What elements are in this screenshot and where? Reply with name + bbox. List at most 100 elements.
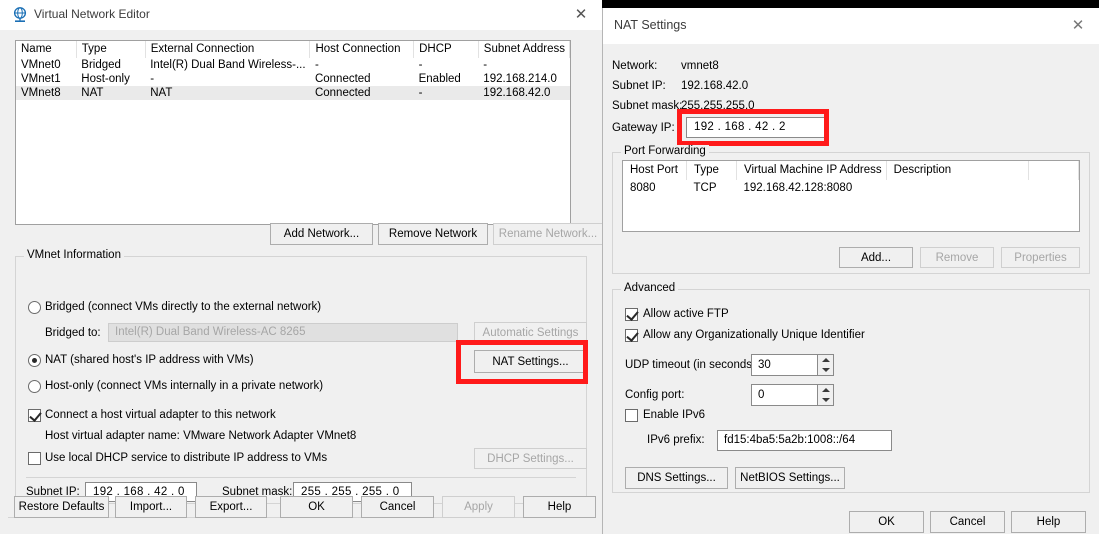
use-local-dhcp-checkbox[interactable] <box>28 452 41 465</box>
ipv6-prefix-input[interactable]: fd15:4ba5:5a2b:1008::/64 <box>717 430 892 451</box>
close-icon[interactable]: ✕ <box>1066 15 1090 37</box>
bridged-radio-label[interactable]: Bridged (connect VMs directly to the ext… <box>45 301 321 313</box>
remove-network-button[interactable]: Remove Network <box>378 223 488 245</box>
vne-title-bar: Virtual Network Editor ✕ <box>0 0 602 30</box>
nat-title-label: NAT Settings <box>614 18 687 32</box>
allow-any-oui-label[interactable]: Allow any Organizationally Unique Identi… <box>643 329 865 341</box>
cell-spacer <box>1028 180 1078 196</box>
column-header-subnet-address[interactable]: Subnet Address <box>478 41 570 58</box>
ok-button[interactable]: OK <box>280 496 353 518</box>
port-forwarding-label: Port Forwarding <box>621 145 709 157</box>
divider <box>26 477 576 478</box>
column-header-external-connection[interactable]: External Connection <box>145 41 311 58</box>
udp-timeout-value[interactable]: 30 <box>758 359 771 371</box>
config-port-value[interactable]: 0 <box>758 389 764 401</box>
cancel-button[interactable]: Cancel <box>930 511 1005 533</box>
column-header-name[interactable]: Name <box>16 41 77 58</box>
cell-dhcp: - <box>418 59 423 71</box>
table-header-row: Name Type External Connection Host Conne… <box>16 41 570 58</box>
cell-external: Intel(R) Dual Band Wireless-... <box>150 59 306 71</box>
dhcp-settings-button: DHCP Settings... <box>474 448 587 469</box>
network-value: vmnet8 <box>681 60 719 72</box>
cell-type: TCP <box>693 182 717 194</box>
udp-timeout-spin-arrows[interactable] <box>817 354 834 376</box>
cell-type: Host-only <box>81 73 130 85</box>
host-adapter-name-label: Host virtual adapter name: VMware Networ… <box>45 430 357 442</box>
add-port-forward-button[interactable]: Add... <box>839 247 913 268</box>
use-local-dhcp-label[interactable]: Use local DHCP service to distribute IP … <box>45 452 327 464</box>
cell-host: - <box>314 59 319 71</box>
network-label: Network: <box>612 60 658 72</box>
export-button[interactable]: Export... <box>195 496 267 518</box>
restore-defaults-button[interactable]: Restore Defaults <box>14 496 109 518</box>
cell-description <box>886 180 1028 196</box>
cell-type: NAT <box>76 86 146 100</box>
table-row[interactable]: VMnet0 Bridged Intel(R) Dual Band Wirele… <box>16 58 570 72</box>
config-port-label: Config port: <box>625 389 685 401</box>
port-forwarding-table[interactable]: Host Port Type Virtual Machine IP Addres… <box>622 160 1080 232</box>
chevron-down-icon[interactable] <box>822 368 830 372</box>
group-border-left <box>613 289 621 290</box>
nat-settings-window: NAT Settings ✕ Network: vmnet8 Subnet IP… <box>602 8 1099 534</box>
table-row[interactable]: VMnet1 Host-only - Connected Enabled 192… <box>16 72 570 86</box>
enable-ipv6-label[interactable]: Enable IPv6 <box>643 409 705 421</box>
host-only-radio-label[interactable]: Host-only (connect VMs internally in a p… <box>45 380 323 392</box>
cell-subnet: - <box>483 59 488 71</box>
column-header-host-port[interactable]: Host Port <box>623 161 687 180</box>
import-button[interactable]: Import... <box>115 496 187 518</box>
config-port-stepper[interactable]: 0 <box>751 384 834 406</box>
nat-title-bar: NAT Settings ✕ <box>603 8 1099 44</box>
group-border-right <box>675 289 1089 290</box>
cell-host-port: 8080 <box>630 182 656 194</box>
dns-settings-button[interactable]: DNS Settings... <box>625 467 728 489</box>
chevron-up-icon[interactable] <box>822 388 830 392</box>
table-header-row: Host Port Type Virtual Machine IP Addres… <box>623 161 1079 180</box>
enable-ipv6-checkbox[interactable] <box>625 409 638 422</box>
chevron-up-icon[interactable] <box>822 358 830 362</box>
column-header-type[interactable]: Type <box>686 161 737 180</box>
udp-timeout-stepper[interactable]: 30 <box>751 354 834 376</box>
group-border-left <box>16 256 24 257</box>
config-port-spin-arrows[interactable] <box>817 384 834 406</box>
cell-dhcp: - <box>413 86 479 100</box>
network-list-table[interactable]: Name Type External Connection Host Conne… <box>15 40 571 225</box>
virtual-network-editor-window: Virtual Network Editor ✕ Name Type Exter… <box>0 0 603 534</box>
host-only-radio[interactable] <box>28 380 41 393</box>
add-network-button[interactable]: Add Network... <box>270 223 373 245</box>
vmnet-information-label: VMnet Information <box>24 249 124 261</box>
netbios-settings-button[interactable]: NetBIOS Settings... <box>735 467 845 489</box>
table-row[interactable]: VMnet8 NAT NAT Connected - 192.168.42.0 <box>16 86 570 100</box>
ok-button[interactable]: OK <box>849 511 924 533</box>
column-header-vm-ip-address[interactable]: Virtual Machine IP Address <box>736 161 887 180</box>
allow-active-ftp-label[interactable]: Allow active FTP <box>643 308 729 320</box>
connect-host-adapter-label[interactable]: Connect a host virtual adapter to this n… <box>45 409 276 421</box>
nat-radio-label[interactable]: NAT (shared host's IP address with VMs) <box>45 354 254 366</box>
cell-host: Connected <box>309 86 414 100</box>
cell-dhcp: Enabled <box>418 73 461 85</box>
table-row[interactable]: 8080 TCP 192.168.42.128:8080 <box>623 180 1079 196</box>
bridged-radio[interactable] <box>28 301 41 314</box>
group-border-right <box>124 256 586 257</box>
help-button[interactable]: Help <box>523 496 596 518</box>
bridged-to-dropdown: Intel(R) Dual Band Wireless-AC 8265 <box>108 323 458 342</box>
gateway-ip-field-highlight <box>677 109 829 146</box>
column-header-host-connection[interactable]: Host Connection <box>309 41 415 58</box>
column-header-dhcp[interactable]: DHCP <box>413 41 479 58</box>
group-border-left <box>613 152 621 153</box>
cancel-button[interactable]: Cancel <box>361 496 434 518</box>
allow-any-oui-checkbox[interactable] <box>625 329 638 342</box>
bridged-to-label: Bridged to: <box>45 327 101 339</box>
cell-external: NAT <box>145 86 310 100</box>
allow-active-ftp-checkbox[interactable] <box>625 308 638 321</box>
subnet-ip-value: 192.168.42.0 <box>681 80 749 92</box>
cell-name: VMnet1 <box>21 73 61 85</box>
close-icon[interactable]: ✕ <box>566 4 596 26</box>
chevron-down-icon[interactable] <box>822 398 830 402</box>
cell-external: - <box>150 73 155 85</box>
column-header-description[interactable]: Description <box>886 161 1029 180</box>
vne-content: Name Type External Connection Host Conne… <box>0 30 603 534</box>
help-button[interactable]: Help <box>1011 511 1086 533</box>
nat-radio[interactable] <box>28 354 41 367</box>
connect-host-adapter-checkbox[interactable] <box>28 409 41 422</box>
column-header-type[interactable]: Type <box>76 41 146 58</box>
